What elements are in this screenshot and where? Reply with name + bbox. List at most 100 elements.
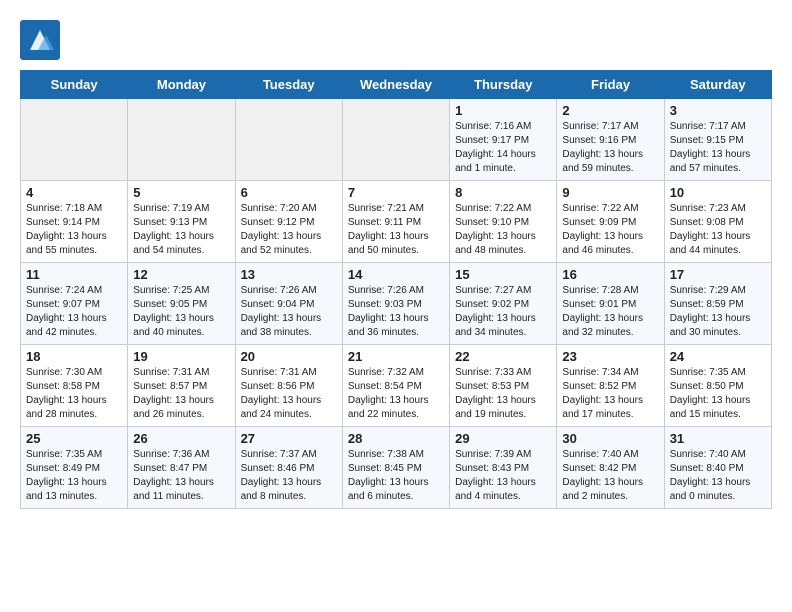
cell-info: Sunrise: 7:40 AM Sunset: 8:42 PM Dayligh… <box>562 448 658 504</box>
cell-info: Sunrise: 7:20 AM Sunset: 9:12 PM Dayligh… <box>241 202 337 258</box>
cell-info: Sunrise: 7:31 AM Sunset: 8:57 PM Dayligh… <box>133 366 229 422</box>
cell-info: Sunrise: 7:39 AM Sunset: 8:43 PM Dayligh… <box>455 448 551 504</box>
calendar-cell: 14 Sunrise: 7:26 AM Sunset: 9:03 PM Dayli… <box>342 263 449 345</box>
day-number: 10 <box>670 185 766 200</box>
week-row-1: 1Sunrise: 7:16 AM Sunset: 9:17 PM Daylig… <box>21 99 772 181</box>
calendar-cell: 22 Sunrise: 7:33 AM Sunset: 8:53 PM Dayli… <box>450 345 557 427</box>
cell-info: Sunrise: 7:24 AM Sunset: 9:07 PM Dayligh… <box>26 284 122 340</box>
calendar-cell: 5 Sunrise: 7:19 AM Sunset: 9:13 PM Daylig… <box>128 181 235 263</box>
cell-info: Sunrise: 7:21 AM Sunset: 9:11 PM Dayligh… <box>348 202 444 258</box>
day-number: 15 <box>455 267 551 282</box>
logo-icon <box>20 20 60 60</box>
calendar-cell: 4Sunrise: 7:18 AM Sunset: 9:14 PM Daylig… <box>21 181 128 263</box>
cell-info: Sunrise: 7:17 AM Sunset: 9:16 PM Dayligh… <box>562 120 658 176</box>
cell-info: Sunrise: 7:26 AM Sunset: 9:04 PM Dayligh… <box>241 284 337 340</box>
calendar-cell <box>128 99 235 181</box>
logo <box>20 20 64 60</box>
day-header-friday: Friday <box>557 71 664 99</box>
day-number: 27 <box>241 431 337 446</box>
day-number: 5 <box>133 185 229 200</box>
cell-info: Sunrise: 7:35 AM Sunset: 8:50 PM Dayligh… <box>670 366 766 422</box>
week-row-2: 4Sunrise: 7:18 AM Sunset: 9:14 PM Daylig… <box>21 181 772 263</box>
page-header <box>20 20 772 60</box>
day-number: 26 <box>133 431 229 446</box>
calendar-cell: 2 Sunrise: 7:17 AM Sunset: 9:16 PM Daylig… <box>557 99 664 181</box>
calendar-cell: 6 Sunrise: 7:20 AM Sunset: 9:12 PM Daylig… <box>235 181 342 263</box>
cell-info: Sunrise: 7:37 AM Sunset: 8:46 PM Dayligh… <box>241 448 337 504</box>
day-number: 18 <box>26 349 122 364</box>
day-number: 20 <box>241 349 337 364</box>
day-number: 22 <box>455 349 551 364</box>
calendar-cell <box>342 99 449 181</box>
cell-info: Sunrise: 7:22 AM Sunset: 9:10 PM Dayligh… <box>455 202 551 258</box>
day-number: 31 <box>670 431 766 446</box>
day-number: 24 <box>670 349 766 364</box>
calendar-cell: 30 Sunrise: 7:40 AM Sunset: 8:42 PM Dayli… <box>557 427 664 509</box>
calendar-cell <box>235 99 342 181</box>
day-number: 3 <box>670 103 766 118</box>
calendar-cell: 23 Sunrise: 7:34 AM Sunset: 8:52 PM Dayli… <box>557 345 664 427</box>
day-number: 9 <box>562 185 658 200</box>
day-number: 29 <box>455 431 551 446</box>
calendar-cell: 9 Sunrise: 7:22 AM Sunset: 9:09 PM Daylig… <box>557 181 664 263</box>
calendar-cell: 8Sunrise: 7:22 AM Sunset: 9:10 PM Daylig… <box>450 181 557 263</box>
calendar-cell: 26 Sunrise: 7:36 AM Sunset: 8:47 PM Dayli… <box>128 427 235 509</box>
day-header-sunday: Sunday <box>21 71 128 99</box>
calendar-cell: 29 Sunrise: 7:39 AM Sunset: 8:43 PM Dayli… <box>450 427 557 509</box>
cell-info: Sunrise: 7:17 AM Sunset: 9:15 PM Dayligh… <box>670 120 766 176</box>
calendar-cell: 15Sunrise: 7:27 AM Sunset: 9:02 PM Dayli… <box>450 263 557 345</box>
cell-info: Sunrise: 7:23 AM Sunset: 9:08 PM Dayligh… <box>670 202 766 258</box>
cell-info: Sunrise: 7:26 AM Sunset: 9:03 PM Dayligh… <box>348 284 444 340</box>
calendar-cell <box>21 99 128 181</box>
cell-info: Sunrise: 7:34 AM Sunset: 8:52 PM Dayligh… <box>562 366 658 422</box>
calendar-cell: 25Sunrise: 7:35 AM Sunset: 8:49 PM Dayli… <box>21 427 128 509</box>
day-number: 12 <box>133 267 229 282</box>
calendar-cell: 20 Sunrise: 7:31 AM Sunset: 8:56 PM Dayli… <box>235 345 342 427</box>
week-row-4: 18Sunrise: 7:30 AM Sunset: 8:58 PM Dayli… <box>21 345 772 427</box>
day-number: 14 <box>348 267 444 282</box>
day-header-saturday: Saturday <box>664 71 771 99</box>
cell-info: Sunrise: 7:28 AM Sunset: 9:01 PM Dayligh… <box>562 284 658 340</box>
day-number: 11 <box>26 267 122 282</box>
cell-info: Sunrise: 7:36 AM Sunset: 8:47 PM Dayligh… <box>133 448 229 504</box>
cell-info: Sunrise: 7:40 AM Sunset: 8:40 PM Dayligh… <box>670 448 766 504</box>
calendar-cell: 17 Sunrise: 7:29 AM Sunset: 8:59 PM Dayli… <box>664 263 771 345</box>
day-number: 30 <box>562 431 658 446</box>
calendar-cell: 10 Sunrise: 7:23 AM Sunset: 9:08 PM Dayli… <box>664 181 771 263</box>
cell-info: Sunrise: 7:25 AM Sunset: 9:05 PM Dayligh… <box>133 284 229 340</box>
day-number: 19 <box>133 349 229 364</box>
day-number: 2 <box>562 103 658 118</box>
calendar-cell: 31 Sunrise: 7:40 AM Sunset: 8:40 PM Dayli… <box>664 427 771 509</box>
day-number: 28 <box>348 431 444 446</box>
week-row-3: 11 Sunrise: 7:24 AM Sunset: 9:07 PM Dayli… <box>21 263 772 345</box>
cell-info: Sunrise: 7:16 AM Sunset: 9:17 PM Dayligh… <box>455 120 551 176</box>
day-header-tuesday: Tuesday <box>235 71 342 99</box>
day-number: 13 <box>241 267 337 282</box>
day-number: 17 <box>670 267 766 282</box>
cell-info: Sunrise: 7:32 AM Sunset: 8:54 PM Dayligh… <box>348 366 444 422</box>
day-number: 4 <box>26 185 122 200</box>
day-number: 7 <box>348 185 444 200</box>
calendar-cell: 21Sunrise: 7:32 AM Sunset: 8:54 PM Dayli… <box>342 345 449 427</box>
calendar-cell: 19 Sunrise: 7:31 AM Sunset: 8:57 PM Dayli… <box>128 345 235 427</box>
day-header-monday: Monday <box>128 71 235 99</box>
cell-info: Sunrise: 7:29 AM Sunset: 8:59 PM Dayligh… <box>670 284 766 340</box>
day-number: 6 <box>241 185 337 200</box>
calendar-cell: 1Sunrise: 7:16 AM Sunset: 9:17 PM Daylig… <box>450 99 557 181</box>
calendar-table: SundayMondayTuesdayWednesdayThursdayFrid… <box>20 70 772 509</box>
calendar-cell: 27 Sunrise: 7:37 AM Sunset: 8:46 PM Dayli… <box>235 427 342 509</box>
day-number: 16 <box>562 267 658 282</box>
cell-info: Sunrise: 7:19 AM Sunset: 9:13 PM Dayligh… <box>133 202 229 258</box>
cell-info: Sunrise: 7:22 AM Sunset: 9:09 PM Dayligh… <box>562 202 658 258</box>
calendar-cell: 16 Sunrise: 7:28 AM Sunset: 9:01 PM Dayli… <box>557 263 664 345</box>
calendar-cell: 13 Sunrise: 7:26 AM Sunset: 9:04 PM Dayli… <box>235 263 342 345</box>
cell-info: Sunrise: 7:38 AM Sunset: 8:45 PM Dayligh… <box>348 448 444 504</box>
cell-info: Sunrise: 7:31 AM Sunset: 8:56 PM Dayligh… <box>241 366 337 422</box>
calendar-cell: 7 Sunrise: 7:21 AM Sunset: 9:11 PM Daylig… <box>342 181 449 263</box>
day-header-row: SundayMondayTuesdayWednesdayThursdayFrid… <box>21 71 772 99</box>
calendar-cell: 3 Sunrise: 7:17 AM Sunset: 9:15 PM Daylig… <box>664 99 771 181</box>
day-number: 23 <box>562 349 658 364</box>
calendar-cell: 12 Sunrise: 7:25 AM Sunset: 9:05 PM Dayli… <box>128 263 235 345</box>
week-row-5: 25Sunrise: 7:35 AM Sunset: 8:49 PM Dayli… <box>21 427 772 509</box>
cell-info: Sunrise: 7:33 AM Sunset: 8:53 PM Dayligh… <box>455 366 551 422</box>
